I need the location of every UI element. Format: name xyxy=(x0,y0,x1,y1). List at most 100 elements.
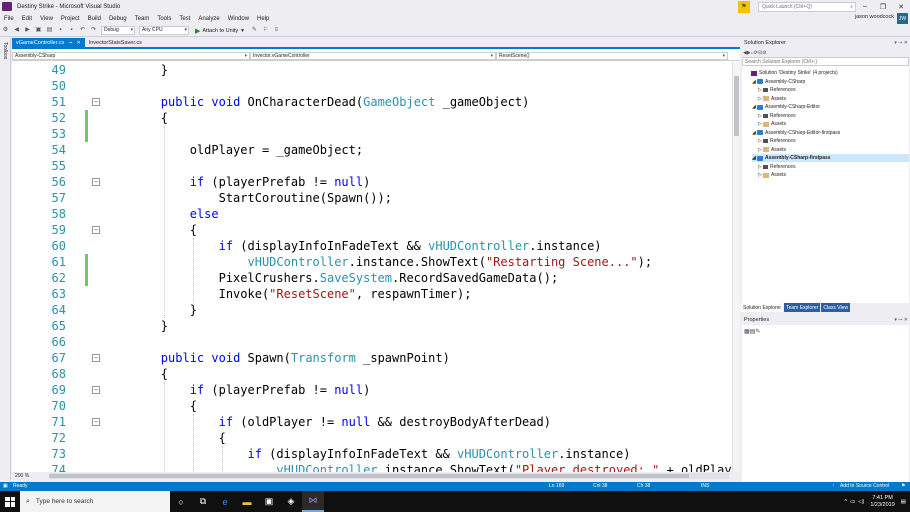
menu-help[interactable]: Help xyxy=(253,16,273,22)
tree-item[interactable]: ▷ Assets xyxy=(758,171,786,179)
code-line[interactable]: 65 } xyxy=(12,318,732,334)
code-line[interactable]: 51 − public void OnCharacterDead(GameObje… xyxy=(12,94,732,110)
tree-item[interactable]: ▷ Assets xyxy=(758,146,786,154)
collapse-icon[interactable]: − xyxy=(92,354,100,362)
code-line[interactable]: 62 PixelCrushers.SaveSystem.RecordSavedG… xyxy=(12,270,732,286)
vertical-scrollbar[interactable] xyxy=(732,62,740,472)
wrench-icon[interactable]: ✎ xyxy=(755,328,760,335)
action-center-icon[interactable]: ▤ xyxy=(901,499,906,505)
forward-icon[interactable]: ▶ xyxy=(23,26,32,35)
menu-tools[interactable]: Tools xyxy=(153,16,175,22)
minimize-button[interactable]: – xyxy=(856,3,874,10)
menu-test[interactable]: Test xyxy=(175,16,194,22)
start-button[interactable] xyxy=(0,491,20,512)
avatar[interactable]: JW xyxy=(897,13,908,24)
code-line[interactable]: 50 xyxy=(12,78,732,94)
back-icon[interactable]: ◀ xyxy=(12,26,21,35)
network-icon[interactable]: ▭ xyxy=(850,499,855,505)
code-line[interactable]: 69 − if (playerPrefab != null) xyxy=(12,382,732,398)
code-line[interactable]: 57 StartCoroutine(Spawn()); xyxy=(12,190,732,206)
configuration-select[interactable]: Debug xyxy=(101,26,135,35)
cortana-icon[interactable]: ○ xyxy=(170,491,192,512)
code-line[interactable]: 55 xyxy=(12,158,732,174)
new-project-icon[interactable]: ▣ xyxy=(34,26,43,35)
code-line[interactable]: 53 xyxy=(12,126,732,142)
undo-icon[interactable]: ↶ xyxy=(78,26,87,35)
unity-icon[interactable]: ◈ xyxy=(280,491,302,512)
feedback-flag-icon[interactable]: ⚑ xyxy=(738,0,750,13)
volume-icon[interactable]: ◁) xyxy=(858,499,864,505)
tree-item[interactable]: ◢ Assembly-CSharp-Editor-firstpass xyxy=(752,129,840,137)
quick-launch-input[interactable]: Quick Launch (Ctrl+Q) ⌕ xyxy=(758,1,856,12)
collapse-icon[interactable]: − xyxy=(92,386,100,394)
code-view[interactable]: 49 } 50 51− public void OnCharacterDead(Ga… xyxy=(12,62,732,472)
close-button[interactable]: ✕ xyxy=(892,3,910,11)
save-icon[interactable]: ▪ xyxy=(56,26,65,35)
redo-icon[interactable]: ↷ xyxy=(89,26,98,35)
code-line[interactable]: 64 } xyxy=(12,302,732,318)
scrollbar-thumb[interactable] xyxy=(734,76,739,136)
class-dropdown[interactable]: Invector.vGameController xyxy=(250,51,496,60)
close-icon[interactable]: ✕ xyxy=(77,40,81,46)
tray-arrow-icon[interactable]: ^ xyxy=(844,499,847,505)
tree-item[interactable]: ◢ Assembly-CSharp-Editor xyxy=(752,103,820,111)
user-name[interactable]: jason woodcock xyxy=(855,14,894,20)
tab-solution-explorer[interactable]: Solution Explorer xyxy=(741,303,784,312)
horizontal-scrollbar[interactable] xyxy=(49,473,730,479)
code-line[interactable]: 63 Invoke("ResetScene", respawnTimer); xyxy=(12,286,732,302)
code-line[interactable]: 59 − { xyxy=(12,222,732,238)
scrollbar-thumb[interactable] xyxy=(49,474,690,478)
clock[interactable]: 7:41 PM 1/23/2019 xyxy=(870,495,894,509)
file-explorer-icon[interactable]: ▬ xyxy=(236,491,258,512)
menu-analyze[interactable]: Analyze xyxy=(194,16,223,22)
visual-studio-taskbar-icon[interactable]: ⋈ xyxy=(302,491,324,512)
member-dropdown[interactable]: ResetScene() xyxy=(496,51,728,60)
collapse-icon[interactable]: − xyxy=(92,98,100,106)
code-line[interactable]: 61 vHUDController.instance.ShowText("Res… xyxy=(12,254,732,270)
code-line[interactable]: 52 { xyxy=(12,110,732,126)
code-line[interactable]: 54 oldPlayer = _gameObject; xyxy=(12,142,732,158)
tree-item[interactable]: ◢ Assembly-CSharp xyxy=(752,78,805,86)
brush-icon[interactable]: ✎ xyxy=(250,26,259,35)
notification-icon[interactable]: ⚑ xyxy=(901,483,905,489)
tab-vgamecontroller[interactable]: vGameController.cs ⊸ ✕ xyxy=(12,38,85,47)
platform-select[interactable]: Any CPU xyxy=(139,26,189,35)
tree-item[interactable]: ▷ References xyxy=(758,86,796,94)
menu-window[interactable]: Window xyxy=(224,16,253,22)
attach-to-unity-button[interactable]: ▶ Attach to Unity ▾ xyxy=(195,27,244,35)
menu-view[interactable]: View xyxy=(36,16,57,22)
store-icon[interactable]: ▣ xyxy=(258,491,280,512)
project-dropdown[interactable]: Assembly-CSharp xyxy=(12,51,250,60)
tab-team-explorer[interactable]: Team Explorer xyxy=(784,303,821,312)
code-line[interactable]: 60 if (displayInfoInFadeText && vHUDCont… xyxy=(12,238,732,254)
panel-controls-icon[interactable]: ▾ ⊸ ✕ xyxy=(894,40,908,46)
tree-item[interactable]: Solution 'Destiny Strike' (4 projects) xyxy=(746,69,838,77)
code-line[interactable]: 49 } xyxy=(12,62,732,78)
settings-icon[interactable]: ⚙ xyxy=(1,26,10,35)
menu-file[interactable]: File xyxy=(0,16,18,22)
code-line[interactable]: 71 − if (oldPlayer != null && destroyBody… xyxy=(12,414,732,430)
tree-item[interactable]: ◢ Assembly-CSharp-firstpass xyxy=(752,154,909,162)
code-line[interactable]: 73 if (displayInfoInFadeText && vHUDCont… xyxy=(12,446,732,462)
code-line[interactable]: 58 else xyxy=(12,206,732,222)
maximize-button[interactable]: ❐ xyxy=(874,3,892,11)
comment-icon[interactable]: ≡ xyxy=(272,26,281,35)
code-line[interactable]: 72 { xyxy=(12,430,732,446)
add-to-source-control[interactable]: Add to Source Control xyxy=(840,483,889,489)
menu-edit[interactable]: Edit xyxy=(18,16,36,22)
code-line[interactable]: 68 { xyxy=(12,366,732,382)
code-line[interactable]: 74 vHUDController.instance.ShowText("Pla… xyxy=(12,462,732,472)
toolbox-tab[interactable]: Toolbox xyxy=(2,42,8,59)
collapse-icon[interactable]: − xyxy=(92,418,100,426)
zoom-level[interactable]: 200 % xyxy=(15,473,29,479)
menu-team[interactable]: Team xyxy=(131,16,154,22)
code-line[interactable]: 70 { xyxy=(12,398,732,414)
tree-item[interactable]: ▷ Assets xyxy=(758,95,786,103)
collapse-icon[interactable]: − xyxy=(92,226,100,234)
open-icon[interactable]: ▤ xyxy=(45,26,54,35)
tab-class-view[interactable]: Class View xyxy=(821,303,850,312)
code-line[interactable]: 56 − if (playerPrefab != null) xyxy=(12,174,732,190)
menu-debug[interactable]: Debug xyxy=(105,16,131,22)
panel-controls-icon[interactable]: ▾ ⊸ ✕ xyxy=(894,317,908,323)
save-all-icon[interactable]: ▪ xyxy=(67,26,76,35)
